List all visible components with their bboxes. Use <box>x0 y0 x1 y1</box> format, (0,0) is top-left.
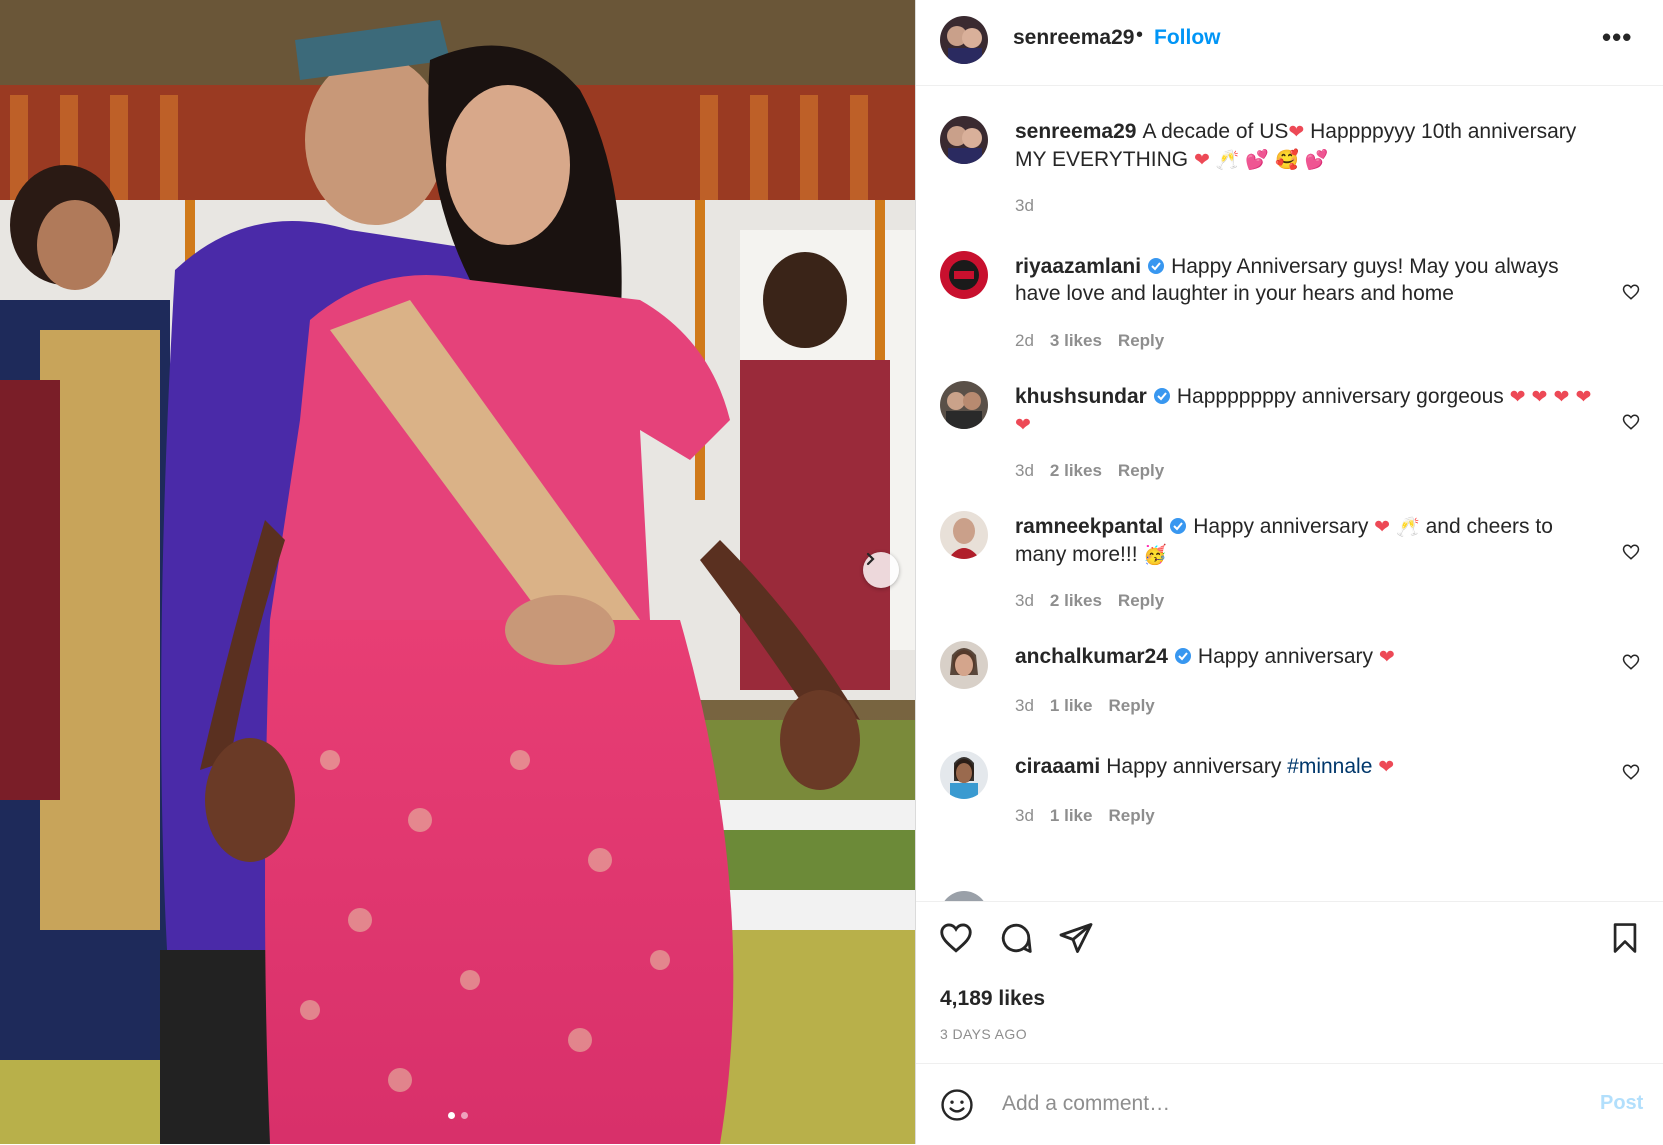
heart-emoji: ❤ <box>1193 149 1210 171</box>
carousel-indicator <box>0 1112 915 1119</box>
comment-body: Happy anniversary <box>1197 645 1379 668</box>
comment-text: ciraaami Happy anniversary #minnale ❤ <box>1015 753 1605 781</box>
caption-username[interactable]: senreema29 <box>1015 120 1136 143</box>
comment-body: Happpppppy anniversary gorgeous <box>1176 385 1510 408</box>
reply-button[interactable]: Reply <box>1118 591 1164 610</box>
heart-emoji: ❤ <box>1288 121 1305 143</box>
like-heart-icon[interactable] <box>938 920 974 956</box>
comment-text: ramneekpantal Happy anniversary ❤ 🥂 and c… <box>1015 513 1605 569</box>
comment-username[interactable]: ramneekpantal <box>1015 515 1163 538</box>
post-photo <box>0 0 915 1144</box>
comment-time: 3d <box>1015 696 1034 715</box>
comment-meta: 3d 1 like Reply <box>1015 806 1171 826</box>
comment-icon[interactable] <box>998 920 1034 956</box>
more-options-icon[interactable]: ••• <box>1602 22 1632 53</box>
verified-badge-icon <box>1148 258 1165 274</box>
comment-emojis: ❤ 🥂 <box>1374 516 1420 538</box>
reply-button[interactable]: Reply <box>1118 461 1164 480</box>
follow-button[interactable]: Follow <box>1154 26 1221 50</box>
like-comment-heart-icon[interactable] <box>1622 653 1640 671</box>
comment-meta: 3d 1 like Reply <box>1015 696 1171 716</box>
caption-time: 3d <box>1015 196 1034 215</box>
comment-time: 3d <box>1015 591 1034 610</box>
carousel-dot-1 <box>447 1112 455 1119</box>
comment-username[interactable]: riyaazamlani <box>1015 255 1141 278</box>
comment-username[interactable]: ciraaami <box>1015 755 1100 778</box>
comment-body: Happy anniversary <box>1193 515 1375 538</box>
commenter-avatar[interactable] <box>940 251 988 299</box>
heart-emoji: ❤ <box>1378 646 1395 668</box>
commenter-avatar[interactable] <box>940 751 988 799</box>
commenter-avatar[interactable] <box>940 641 988 689</box>
comment-time: 3d <box>1015 806 1034 825</box>
reply-button[interactable]: Reply <box>1108 806 1154 825</box>
comment-likes[interactable]: 2 likes <box>1050 461 1102 480</box>
verified-badge-icon <box>1170 518 1187 534</box>
like-comment-heart-icon[interactable] <box>1622 543 1640 561</box>
comment-username[interactable]: khushsundar <box>1015 385 1147 408</box>
comment-meta: 3d 2 likes Reply <box>1015 461 1180 481</box>
verified-badge-icon <box>1174 648 1191 664</box>
next-photo-button[interactable] <box>863 552 899 588</box>
comment-likes[interactable]: 3 likes <box>1050 331 1102 350</box>
like-comment-heart-icon[interactable] <box>1622 413 1640 431</box>
reply-button[interactable]: Reply <box>1108 696 1154 715</box>
likes-count[interactable]: 4,189 likes <box>940 987 1045 1011</box>
comment-time: 3d <box>1015 461 1034 480</box>
commenter-avatar[interactable] <box>940 511 988 559</box>
comment-text: khushsundar Happpppppy anniversary gorgeo… <box>1015 383 1605 439</box>
comment-likes[interactable]: 1 like <box>1050 696 1093 715</box>
post-actions: 4,189 likes 3 DAYS AGO <box>916 901 1663 1060</box>
author-avatar[interactable] <box>940 16 988 64</box>
post-detail-panel: senreema29 • Follow ••• senreema29 A deca… <box>916 0 1663 1144</box>
heart-emoji: ❤ <box>1378 756 1395 778</box>
comment-input[interactable] <box>1000 1086 1564 1122</box>
like-comment-heart-icon[interactable] <box>1622 283 1640 301</box>
verified-badge-icon <box>1153 388 1170 404</box>
caption-text: senreema29 A decade of US❤ Happppyyy 10th… <box>1015 118 1605 174</box>
comment-meta: 2d 3 likes Reply <box>1015 331 1180 351</box>
post-header: senreema29 • Follow ••• <box>916 0 1663 86</box>
comment-body: Happy anniversary <box>1106 755 1288 778</box>
comment-username[interactable]: anchalkumar24 <box>1015 645 1168 668</box>
hashtag-link[interactable]: #minnale <box>1287 755 1372 778</box>
comment-text: riyaazamlani Happy Anniversary guys! May … <box>1015 253 1605 307</box>
comments-list[interactable]: senreema29 A decade of US❤ Happppyyy 10th… <box>916 86 1663 901</box>
carousel-dot-2 <box>460 1112 468 1119</box>
comment-time: 2d <box>1015 331 1034 350</box>
header-separator: • <box>1136 24 1144 46</box>
comment-text: anchalkumar24 Happy anniversary ❤ <box>1015 643 1605 671</box>
comment-meta: 3d 2 likes Reply <box>1015 591 1180 611</box>
emoji-smiley-icon[interactable] <box>940 1088 974 1122</box>
caption-emojis: 🥂 💕 🥰 💕 <box>1215 149 1329 171</box>
author-username[interactable]: senreema29 <box>1013 26 1134 50</box>
commenter-avatar[interactable] <box>940 381 988 429</box>
caption-meta: 3d <box>1015 196 1050 216</box>
add-comment-bar: Post <box>916 1063 1663 1145</box>
caption-body: A decade of US <box>1142 120 1289 143</box>
share-icon[interactable] <box>1058 920 1094 956</box>
author-avatar[interactable] <box>940 116 988 164</box>
party-emoji: 🥳 <box>1143 544 1168 566</box>
commenter-avatar[interactable] <box>940 891 988 901</box>
like-comment-heart-icon[interactable] <box>1622 763 1640 781</box>
comment-likes[interactable]: 1 like <box>1050 806 1093 825</box>
chevron-right-icon <box>866 552 875 566</box>
save-bookmark-icon[interactable] <box>1608 920 1642 956</box>
comment-likes[interactable]: 2 likes <box>1050 591 1102 610</box>
reply-button[interactable]: Reply <box>1118 331 1164 350</box>
post-timestamp: 3 DAYS AGO <box>940 1026 1027 1042</box>
post-comment-button[interactable]: Post <box>1600 1092 1643 1115</box>
wedding-photo-illustration <box>0 0 915 1144</box>
